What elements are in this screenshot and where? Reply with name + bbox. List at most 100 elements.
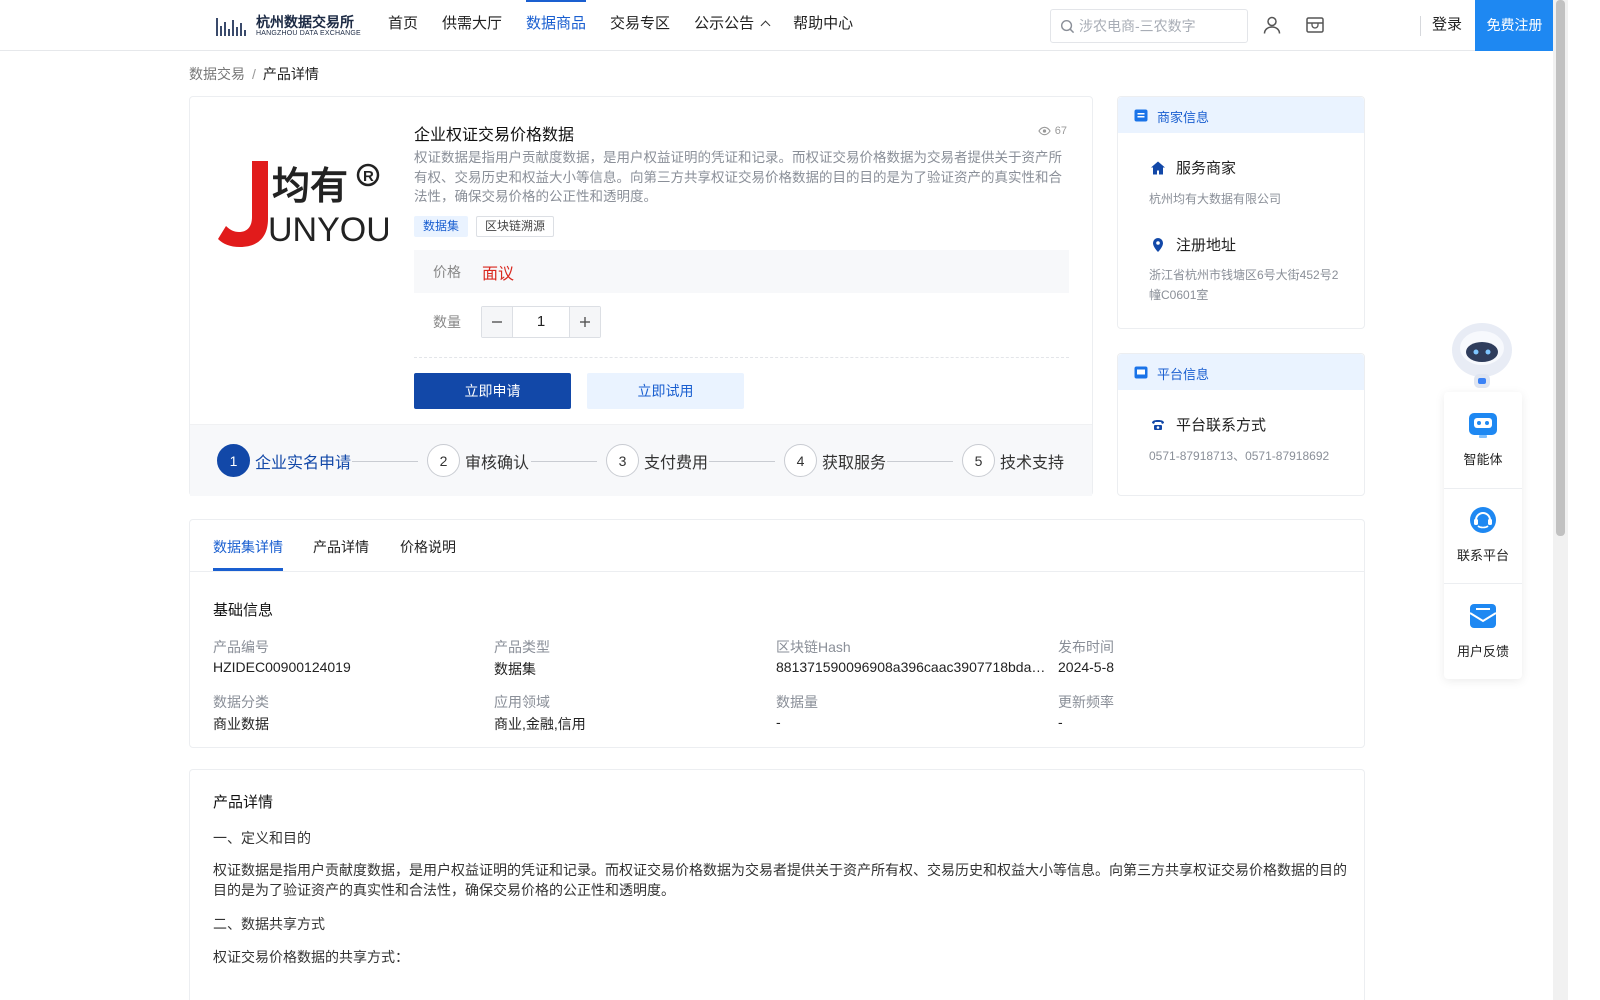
header-divider bbox=[1420, 16, 1421, 36]
merchant-info-header: 商家信息 bbox=[1118, 97, 1364, 133]
dataset-detail-card: 数据集详情 产品详情 价格说明 基础信息 产品编号 HZIDEC00900124… bbox=[189, 519, 1365, 748]
step-3: 3 支付费用 bbox=[606, 444, 708, 477]
nav-help-center[interactable]: 帮助中心 bbox=[793, 0, 853, 50]
apply-now-button[interactable]: 立即申请 bbox=[414, 373, 571, 409]
minus-icon bbox=[492, 321, 502, 323]
step-5-number: 5 bbox=[962, 444, 995, 477]
view-count-value: 67 bbox=[1054, 125, 1067, 137]
nav-trade-zone[interactable]: 交易专区 bbox=[610, 0, 670, 50]
brand-logo: 均有 R UNYOU bbox=[218, 161, 388, 249]
quantity-decrease-button[interactable] bbox=[482, 307, 512, 337]
field-product-id-label: 产品编号 bbox=[213, 639, 269, 655]
logo-mark-icon bbox=[216, 14, 250, 36]
product-detail-heading-1: 一、定义和目的 bbox=[213, 830, 311, 846]
field-application-value: 商业,金融,信用 bbox=[494, 716, 586, 732]
service-merchant-value[interactable]: 杭州均有大数据有限公司 bbox=[1149, 189, 1349, 209]
price-label: 价格 bbox=[433, 264, 461, 280]
tab-active-indicator bbox=[213, 568, 283, 571]
product-detail-card: 产品详情 一、定义和目的 权证数据是指用户贡献度数据，是用户权益证明的凭证和记录… bbox=[189, 769, 1365, 1000]
nav-supply-demand[interactable]: 供需大厅 bbox=[442, 0, 502, 50]
field-update-frequency-label: 更新频率 bbox=[1058, 694, 1114, 710]
trial-now-button[interactable]: 立即试用 bbox=[587, 373, 744, 409]
platform-info-header: 平台信息 bbox=[1118, 354, 1364, 390]
product-card: 均有 R UNYOU 企业权证交易价格数据 67 权证数据是指用户贡献度数据，是… bbox=[189, 96, 1093, 496]
step-1: 1 企业实名申请 bbox=[217, 444, 351, 477]
product-tags: 数据集 区块链溯源 bbox=[414, 216, 562, 237]
breadcrumb: 数据交易 / 产品详情 bbox=[189, 64, 319, 84]
quantity-stepper: 1 bbox=[481, 306, 601, 338]
tab-price-description[interactable]: 价格说明 bbox=[400, 537, 456, 557]
float-contact-button[interactable]: 联系平台 bbox=[1444, 488, 1522, 583]
register-button[interactable]: 免费注册 bbox=[1475, 0, 1554, 51]
field-data-volume-label: 数据量 bbox=[776, 694, 818, 710]
product-detail-paragraph-1: 权证数据是指用户贡献度数据，是用户权益证明的凭证和记录。而权证交易价格数据为交易… bbox=[213, 862, 1347, 898]
store-icon[interactable] bbox=[1305, 15, 1325, 35]
step-4: 4 获取服务 bbox=[784, 444, 886, 477]
product-detail-paragraph-2: 权证交易价格数据的共享方式： bbox=[213, 949, 409, 965]
home-icon bbox=[1151, 161, 1165, 174]
field-category-value: 商业数据 bbox=[213, 716, 269, 732]
view-count: 67 bbox=[1038, 125, 1067, 137]
float-feedback-label: 用户反馈 bbox=[1456, 644, 1509, 659]
process-steps: 1 企业实名申请 2 审核确认 3 支付费用 4 获取服务 5 技术支持 bbox=[190, 424, 1092, 496]
merchant-info-title: 商家信息 bbox=[1157, 110, 1210, 125]
step-3-label: 支付费用 bbox=[644, 454, 709, 472]
nav-announcements[interactable]: 公示公告 bbox=[694, 0, 771, 50]
step-3-number: 3 bbox=[606, 444, 639, 477]
product-detail-heading-2: 二、数据共享方式 bbox=[213, 916, 325, 932]
field-product-type-value: 数据集 bbox=[494, 661, 536, 677]
step-2-number: 2 bbox=[427, 444, 460, 477]
float-feedback-button[interactable]: 用户反馈 bbox=[1444, 584, 1522, 679]
detail-tabs: 数据集详情 产品详情 价格说明 bbox=[190, 520, 1364, 572]
eye-icon bbox=[1038, 126, 1051, 136]
location-pin-icon bbox=[1153, 237, 1163, 252]
tab-product-details[interactable]: 产品详情 bbox=[313, 537, 369, 557]
agent-icon bbox=[1469, 413, 1497, 438]
main-nav: 首页 供需大厅 数据商品 交易专区 公示公告 帮助中心 bbox=[388, 0, 877, 50]
field-publish-time-label: 发布时间 bbox=[1058, 639, 1114, 655]
basic-info-title: 基础信息 bbox=[213, 602, 274, 619]
login-link[interactable]: 登录 bbox=[1432, 0, 1462, 50]
breadcrumb-root[interactable]: 数据交易 bbox=[189, 66, 245, 82]
tag-blockchain-trace: 区块链溯源 bbox=[476, 216, 555, 237]
price-row: 价格 面议 bbox=[414, 250, 1069, 293]
platform-contact-row: 平台联系方式 bbox=[1150, 414, 1266, 435]
product-description: 权证数据是指用户贡献度数据，是用户权益证明的凭证和记录。而权证交易价格数据为交易… bbox=[414, 150, 1062, 205]
nav-home[interactable]: 首页 bbox=[388, 0, 418, 50]
ai-assistant-robot[interactable] bbox=[1444, 318, 1520, 394]
step-2: 2 审核确认 bbox=[427, 444, 529, 477]
chevron-up-icon bbox=[760, 20, 771, 31]
step-5-label: 技术支持 bbox=[1000, 454, 1065, 472]
platform-info-title: 平台信息 bbox=[1157, 367, 1210, 382]
floating-action-panel: 智能体 联系平台 用户反馈 bbox=[1444, 392, 1522, 679]
tab-dataset-details[interactable]: 数据集详情 bbox=[213, 537, 283, 557]
step-connector bbox=[709, 461, 775, 462]
scrollbar-thumb[interactable] bbox=[1556, 0, 1565, 536]
headset-icon bbox=[1470, 507, 1496, 533]
phone-icon bbox=[1152, 419, 1164, 430]
site-logo[interactable]: 杭州数据交易所 HANGZHOU DATA EXCHANGE bbox=[216, 10, 361, 40]
field-hash-label: 区块链Hash bbox=[776, 639, 851, 655]
search-input[interactable] bbox=[1079, 16, 1239, 36]
merchant-info-card: 商家信息 服务商家 杭州均有大数据有限公司 注册地址 浙江省杭州市钱塘区6号大街… bbox=[1117, 96, 1365, 329]
float-agent-button[interactable]: 智能体 bbox=[1444, 392, 1522, 487]
tag-dataset: 数据集 bbox=[414, 216, 469, 237]
service-merchant-row: 服务商家 bbox=[1150, 157, 1236, 178]
page-scrollbar[interactable] bbox=[1553, 0, 1568, 1000]
quantity-input[interactable]: 1 bbox=[512, 307, 570, 337]
search-box[interactable] bbox=[1050, 9, 1248, 43]
step-connector bbox=[352, 461, 418, 462]
search-icon bbox=[1060, 19, 1075, 34]
field-application-label: 应用领域 bbox=[494, 694, 550, 710]
step-connector bbox=[887, 461, 953, 462]
float-contact-label: 联系平台 bbox=[1456, 548, 1509, 563]
field-product-type-label: 产品类型 bbox=[494, 639, 550, 655]
user-icon[interactable] bbox=[1262, 15, 1282, 35]
nav-data-products[interactable]: 数据商品 bbox=[526, 0, 587, 50]
price-value: 面议 bbox=[482, 266, 515, 283]
field-product-id-value: HZIDEC00900124019 bbox=[213, 659, 351, 675]
page: 杭州数据交易所 HANGZHOU DATA EXCHANGE 首页 供需大厅 数… bbox=[0, 0, 1568, 1000]
product-title: 企业权证交易价格数据 bbox=[414, 127, 575, 144]
registered-address-row: 注册地址 bbox=[1150, 234, 1236, 255]
quantity-increase-button[interactable] bbox=[570, 307, 600, 337]
